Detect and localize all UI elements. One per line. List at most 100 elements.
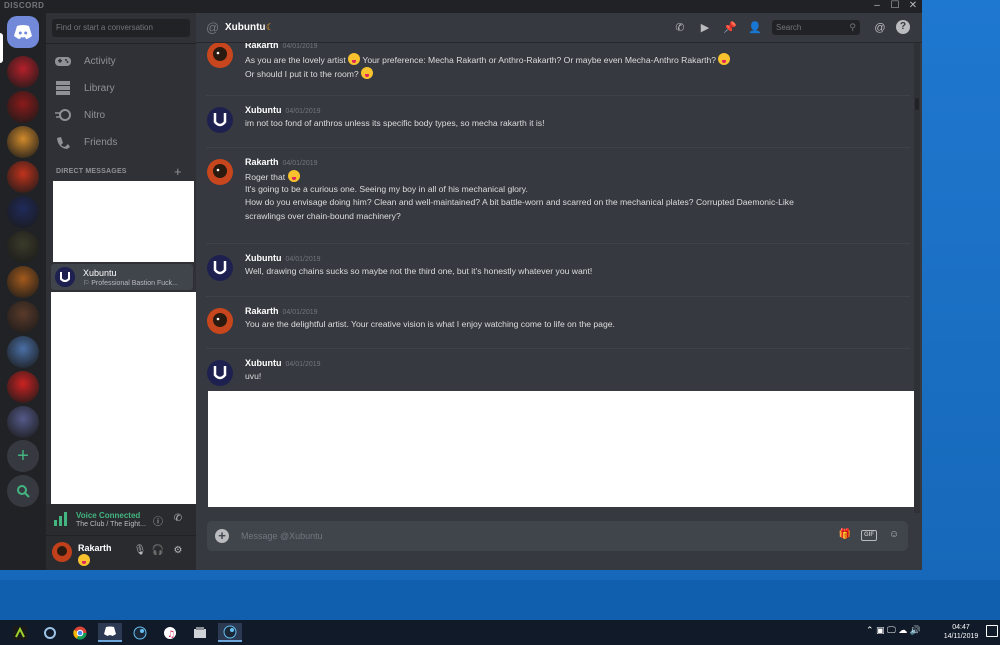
message-author[interactable]: Rakarth 04/01/2019 [245, 157, 318, 167]
steam-icon[interactable] [218, 623, 242, 642]
settings-gear-icon[interactable]: ⚙ [171, 545, 185, 559]
avatar[interactable] [207, 107, 233, 133]
author-name: Xubuntu [245, 253, 282, 263]
server-icon[interactable] [7, 126, 39, 158]
avatar[interactable] [207, 308, 233, 334]
gift-icon[interactable]: 🎁 [837, 529, 853, 543]
message-timestamp: 04/01/2019 [285, 256, 321, 263]
dm-name: Xubuntu [83, 268, 117, 278]
app-icon[interactable] [188, 623, 212, 642]
message-text: How do you envisage doing him? Clean and… [245, 197, 794, 207]
voice-call-icon[interactable]: ✆ [672, 20, 688, 36]
notification-icon[interactable] [986, 625, 998, 637]
upload-plus-icon[interactable]: + [215, 529, 229, 543]
info-icon[interactable]: ⓘ [152, 513, 164, 528]
message-timestamp: 04/01/2019 [282, 43, 318, 50]
explore-servers-button[interactable] [7, 475, 39, 507]
create-dm-button[interactable]: + [174, 164, 182, 179]
server-icon[interactable] [7, 336, 39, 368]
message-author[interactable]: Xubuntu 04/01/2019 [245, 358, 321, 368]
add-friend-icon[interactable]: 👤 [747, 20, 763, 36]
pin-icon[interactable]: 📌 [722, 20, 738, 36]
add-server-button[interactable]: + [7, 440, 39, 472]
steam-icon[interactable] [128, 623, 152, 642]
author-name: Xubuntu [245, 358, 282, 368]
video-call-icon[interactable]: ▶ [697, 20, 713, 36]
nav-library[interactable]: Library [54, 77, 190, 99]
nav-friends[interactable]: Friends [54, 131, 190, 153]
message-timestamp: 04/01/2019 [285, 361, 321, 368]
help-icon[interactable]: ? [896, 20, 910, 34]
message-author[interactable]: Xubuntu 04/01/2019 [245, 105, 321, 115]
nav-nitro[interactable]: Nitro [54, 104, 190, 126]
search-icon: ⚲ [849, 22, 856, 32]
message-text: Or should I put it to the room? [245, 66, 374, 79]
nitro-icon [54, 107, 72, 123]
emoji-icon [78, 554, 90, 566]
app-title: DISCORD [4, 1, 45, 10]
gif-button[interactable]: GIF [861, 530, 877, 541]
message-author[interactable]: Rakarth 04/01/2019 [245, 306, 318, 316]
avatar[interactable] [207, 43, 233, 68]
disconnect-icon[interactable]: ✆ [172, 513, 184, 525]
username: Rakarth [78, 543, 112, 553]
server-icon[interactable] [7, 231, 39, 263]
server-icon[interactable] [7, 406, 39, 438]
idle-moon-icon: ☾ [266, 22, 275, 32]
redacted-dm-list [51, 292, 196, 504]
minimize-button[interactable]: – [868, 0, 886, 13]
search-taskbar-icon[interactable] [38, 623, 62, 642]
nav-activity[interactable]: Activity [54, 50, 190, 72]
server-icon[interactable] [7, 91, 39, 123]
scroll-thumb[interactable] [915, 98, 919, 110]
message-divider [206, 95, 910, 96]
server-icon[interactable] [7, 161, 39, 193]
server-icon[interactable] [7, 56, 39, 88]
friends-icon [54, 134, 72, 150]
message-input[interactable]: Message @Xubuntu [241, 531, 323, 541]
maximize-button[interactable]: ☐ [886, 0, 904, 13]
tongue-emoji-icon [361, 66, 374, 79]
chat-scrollbar[interactable] [914, 43, 920, 513]
avatar[interactable] [207, 159, 233, 185]
search-placeholder: Search [776, 23, 802, 32]
chrome-icon[interactable] [68, 623, 92, 642]
clock-time: 04:47 [952, 624, 970, 631]
user-panel: Rakarth 🎙 🎧 ⚙ [46, 536, 196, 570]
server-icon[interactable] [7, 266, 39, 298]
server-icon[interactable] [7, 301, 39, 333]
message-text: Roger that [245, 170, 300, 182]
voice-status: Voice Connected [76, 511, 141, 520]
microphone-icon[interactable]: 🎙 [133, 545, 147, 559]
voice-channel[interactable]: The Club / The Eight... [76, 521, 146, 528]
server-icon[interactable] [7, 371, 39, 403]
search-input[interactable]: Search ⚲ [772, 20, 860, 35]
svg-text:♫: ♫ [167, 630, 175, 640]
dm-sidebar: Find or start a conversation Activity Li… [46, 13, 196, 570]
home-button[interactable] [7, 16, 39, 48]
discord-window: DISCORD – ☐ ✕ + Find or start a conversa… [0, 0, 922, 570]
itunes-icon[interactable]: ♫ [158, 623, 182, 642]
start-app-icon[interactable] [8, 623, 32, 642]
clock-date: 14/11/2019 [943, 633, 979, 640]
message-author[interactable]: Rakarth 04/01/2019 [245, 43, 318, 50]
message-author[interactable]: Xubuntu 04/01/2019 [245, 253, 321, 263]
discord-taskbar-icon[interactable] [98, 623, 122, 642]
channel-name: Xubuntu [225, 22, 266, 33]
close-button[interactable]: ✕ [904, 0, 922, 13]
message-text: Well, drawing chains sucks so maybe not … [245, 266, 593, 276]
dm-item-xubuntu[interactable]: Xubuntu ⚐ Professional Bastion Fuck... [51, 264, 193, 290]
author-name: Rakarth [245, 306, 279, 316]
message-text: uvu! [245, 371, 262, 381]
message-composer[interactable]: + Message @Xubuntu 🎁 GIF ☺ [207, 521, 908, 551]
avatar[interactable] [207, 255, 233, 281]
emoji-picker-icon[interactable]: ☺ [886, 529, 902, 543]
headphones-icon[interactable]: 🎧 [151, 545, 165, 559]
mentions-icon[interactable]: @ [872, 20, 888, 36]
title-bar: DISCORD – ☐ ✕ [0, 0, 922, 13]
clock[interactable]: 04:47 14/11/2019 [940, 623, 982, 641]
avatar[interactable] [207, 360, 233, 386]
system-tray[interactable]: ⌃ ▣ 🖵 ☁ 🔊 [866, 625, 921, 636]
find-conversation-button[interactable]: Find or start a conversation [52, 19, 190, 37]
server-icon[interactable] [7, 196, 39, 228]
